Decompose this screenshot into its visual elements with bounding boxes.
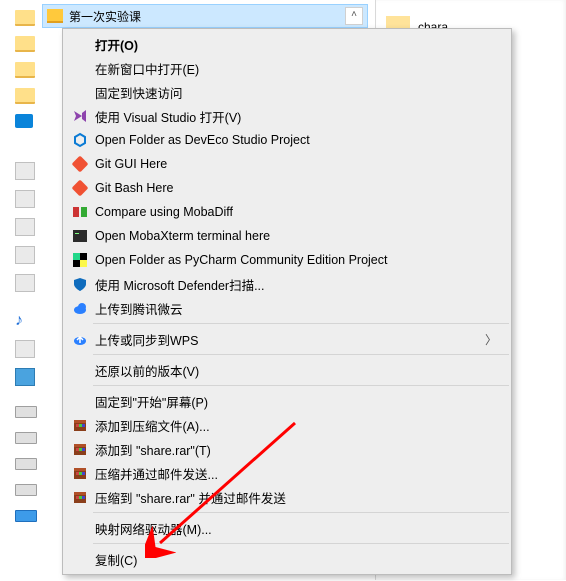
cloud-icon: [69, 300, 91, 316]
app-icon: [15, 190, 35, 208]
onedrive-icon: [15, 114, 33, 128]
menu-label: 复制(C): [91, 550, 497, 569]
app-icon: [15, 246, 35, 264]
deveco-icon: [69, 132, 91, 148]
menu-compress-email[interactable]: 压缩并通过邮件发送...: [63, 461, 511, 485]
drive-icon: [15, 432, 37, 444]
menu-map-network-drive[interactable]: 映射网络驱动器(M)...: [63, 516, 511, 540]
folder-icon: [15, 88, 35, 104]
menu-label: 还原以前的版本(V): [91, 361, 497, 380]
left-icon-strip: ♪: [15, 10, 40, 536]
menu-label: 在新窗口中打开(E): [91, 59, 497, 78]
menu-add-share-rar[interactable]: 添加到 "share.rar"(T): [63, 437, 511, 461]
visual-studio-icon: [69, 108, 91, 124]
drive-icon: [15, 484, 37, 496]
folder-icon: [47, 9, 63, 23]
menu-defender[interactable]: 使用 Microsoft Defender扫描...: [63, 272, 511, 296]
winrar-icon: [69, 441, 91, 457]
menu-label: 添加到压缩文件(A)...: [91, 416, 497, 435]
menu-add-archive[interactable]: 添加到压缩文件(A)...: [63, 413, 511, 437]
menu-deveco[interactable]: Open Folder as DevEco Studio Project: [63, 128, 511, 152]
menu-label: 固定到"开始"屏幕(P): [91, 392, 497, 411]
menu-git-bash[interactable]: Git Bash Here: [63, 176, 511, 200]
app-icon: [15, 368, 35, 386]
menu-pycharm[interactable]: Open Folder as PyCharm Community Edition…: [63, 248, 511, 272]
separator: [93, 512, 509, 513]
separator: [93, 323, 509, 324]
winrar-icon: [69, 417, 91, 433]
folder-icon: [15, 10, 35, 26]
winrar-icon: [69, 465, 91, 481]
menu-visual-studio[interactable]: 使用 Visual Studio 打开(V): [63, 104, 511, 128]
menu-wps-sync[interactable]: 上传或同步到WPS 〉: [63, 327, 511, 351]
app-icon: [15, 218, 35, 236]
mobaxterm-icon: [69, 228, 91, 244]
menu-label: 映射网络驱动器(M)...: [91, 519, 497, 538]
selected-folder-item[interactable]: 第一次实验课 ˄: [42, 4, 368, 28]
folder-icon: [15, 62, 35, 78]
drive-icon: [15, 510, 37, 522]
menu-label: 压缩到 "share.rar" 并通过邮件发送: [91, 488, 497, 507]
app-icon: [15, 274, 35, 292]
menu-label: 打开(O): [91, 35, 497, 54]
menu-pin-start[interactable]: 固定到"开始"屏幕(P): [63, 389, 511, 413]
menu-label: 固定到快速访问: [91, 83, 497, 102]
git-icon: [69, 180, 91, 196]
menu-mobadiff[interactable]: Compare using MobaDiff: [63, 200, 511, 224]
collapse-up-button[interactable]: ˄: [345, 7, 363, 25]
drive-icon: [15, 406, 37, 418]
separator: [93, 543, 509, 544]
menu-label: 添加到 "share.rar"(T): [91, 440, 497, 459]
menu-label: Compare using MobaDiff: [91, 205, 497, 219]
menu-tencent-cloud[interactable]: 上传到腾讯微云: [63, 296, 511, 320]
separator: [93, 385, 509, 386]
drive-icon: [15, 458, 37, 470]
app-icon: [15, 340, 35, 358]
winrar-icon: [69, 489, 91, 505]
app-icon: [15, 162, 35, 180]
menu-open[interactable]: 打开(O): [63, 32, 511, 56]
menu-label: 压缩并通过邮件发送...: [91, 464, 497, 483]
menu-open-new-window[interactable]: 在新窗口中打开(E): [63, 56, 511, 80]
menu-label: 使用 Visual Studio 打开(V): [91, 107, 497, 126]
shield-icon: [69, 276, 91, 292]
menu-label: Git Bash Here: [91, 181, 497, 195]
menu-label: 上传或同步到WPS: [91, 330, 485, 349]
selected-folder-label: 第一次实验课: [69, 8, 141, 25]
menu-compress-share-email[interactable]: 压缩到 "share.rar" 并通过邮件发送: [63, 485, 511, 509]
context-menu: 打开(O) 在新窗口中打开(E) 固定到快速访问 使用 Visual Studi…: [62, 28, 512, 575]
menu-pin-quick-access[interactable]: 固定到快速访问: [63, 80, 511, 104]
menu-label: Open Folder as PyCharm Community Edition…: [91, 253, 497, 267]
menu-label: Open Folder as DevEco Studio Project: [91, 133, 497, 147]
submenu-arrow-icon: 〉: [485, 331, 497, 348]
wps-cloud-icon: [69, 331, 91, 347]
menu-label: 上传到腾讯微云: [91, 299, 497, 318]
pycharm-icon: [69, 252, 91, 268]
folder-icon: [15, 36, 35, 52]
git-icon: [69, 156, 91, 172]
menu-mobaxterm[interactable]: Open MobaXterm terminal here: [63, 224, 511, 248]
menu-label: 使用 Microsoft Defender扫描...: [91, 275, 497, 294]
menu-label: Git GUI Here: [91, 157, 497, 171]
menu-copy[interactable]: 复制(C): [63, 547, 511, 571]
menu-previous-versions[interactable]: 还原以前的版本(V): [63, 358, 511, 382]
menu-label: Open MobaXterm terminal here: [91, 229, 497, 243]
separator: [93, 354, 509, 355]
menu-git-gui[interactable]: Git GUI Here: [63, 152, 511, 176]
mobadiff-icon: [69, 204, 91, 220]
music-icon: ♪: [15, 312, 40, 330]
